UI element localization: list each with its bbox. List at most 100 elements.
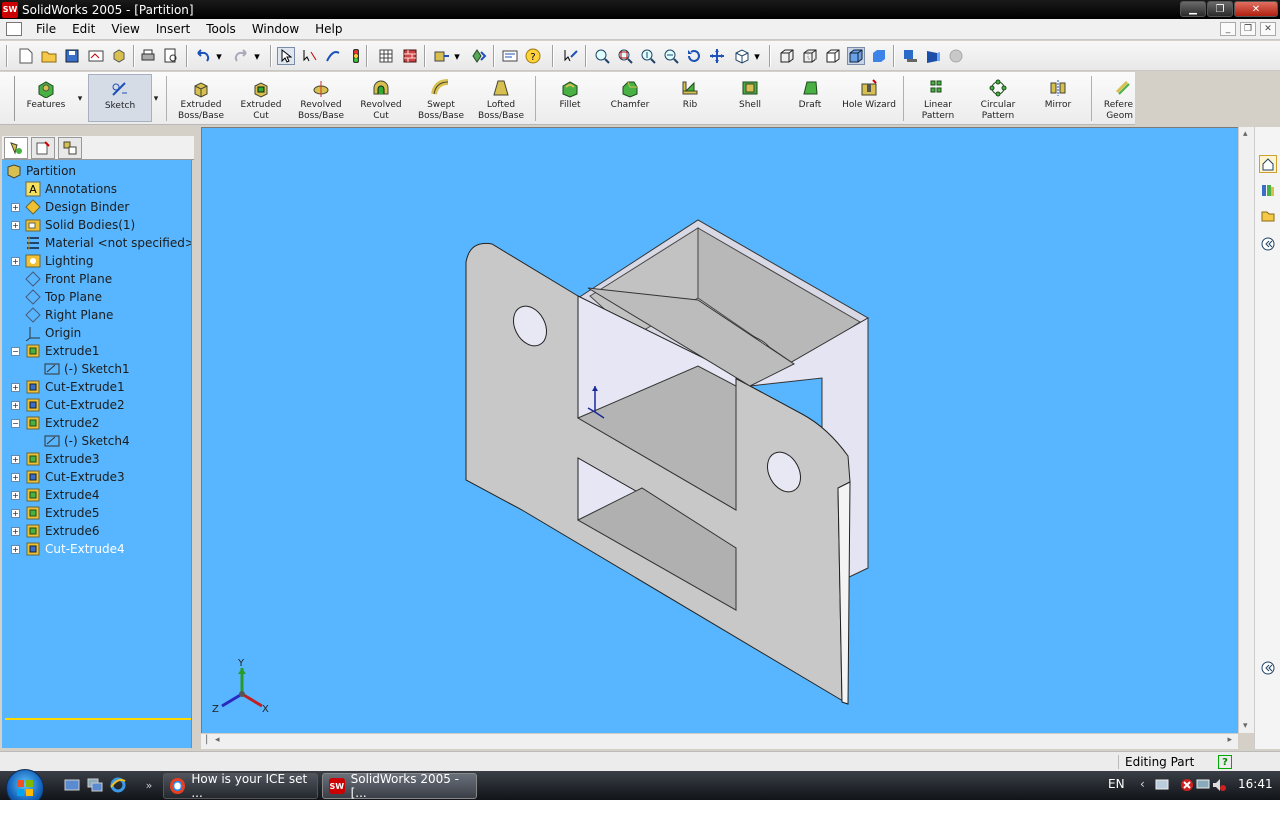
revolved-cut-button[interactable]: Revolved Cut [352, 74, 410, 122]
view-orientation-icon[interactable] [733, 47, 751, 65]
solidworks-app-icon[interactable]: SW [2, 1, 18, 18]
mirror-button[interactable]: Mirror [1029, 74, 1087, 111]
collapse-node-icon[interactable]: − [11, 418, 20, 428]
scroll-left-arrow-icon[interactable]: | [205, 734, 208, 745]
zoom-to-area-icon[interactable] [616, 47, 634, 65]
taskbar-solidworks-button[interactable]: SW SolidWorks 2005 - [... [322, 772, 477, 800]
select-tool-icon[interactable] [562, 47, 580, 65]
tree-item[interactable]: Material <not specified> [2, 234, 191, 252]
expand-node-icon[interactable]: + [11, 544, 20, 554]
shaded-icon[interactable] [870, 47, 888, 65]
save-icon[interactable] [63, 47, 81, 65]
expand-node-icon[interactable]: + [11, 256, 20, 266]
expand-node-icon[interactable]: + [11, 490, 20, 500]
scroll-left-icon[interactable]: ◂ [215, 735, 220, 745]
toolbar-grip[interactable] [6, 45, 8, 67]
expand-node-icon[interactable]: + [11, 472, 20, 482]
tree-item[interactable]: + Lighting [2, 252, 191, 270]
quick-launch-overflow-icon[interactable]: » [140, 777, 158, 793]
features-toolbar-grip[interactable] [14, 76, 15, 121]
expand-task-pane-icon[interactable] [1259, 235, 1277, 253]
traffic-light-icon[interactable] [347, 47, 365, 65]
configurationmanager-tab[interactable] [58, 137, 82, 159]
tree-item[interactable]: + Extrude3 [2, 450, 191, 468]
sketch-tab-button[interactable]: Sketch [88, 74, 152, 122]
document-menu-icon[interactable] [6, 22, 22, 36]
linear-pattern-button[interactable]: Linear Pattern [909, 74, 967, 122]
shaded-with-edges-icon[interactable] [847, 47, 865, 65]
expand-node-icon[interactable]: + [11, 202, 20, 212]
chamfer-button[interactable]: Chamfer [601, 74, 659, 111]
collapse-task-pane-icon[interactable] [1259, 659, 1277, 677]
undo-icon[interactable] [194, 47, 212, 65]
sketch-dropdown-icon[interactable]: ▾ [150, 94, 162, 105]
circular-pattern-button[interactable]: Circular Pattern [969, 74, 1027, 122]
print-preview-icon[interactable] [162, 47, 180, 65]
pan-icon[interactable] [708, 47, 726, 65]
sketch-entity-icon[interactable] [324, 47, 342, 65]
part-model[interactable]: Y X Z [202, 128, 1238, 733]
shadows-icon[interactable] [901, 47, 919, 65]
tree-item[interactable]: (-) Sketch4 [2, 432, 191, 450]
select-other-icon[interactable] [301, 47, 319, 65]
help-icon[interactable]: ? [524, 47, 542, 65]
redo-icon[interactable] [232, 47, 250, 65]
features-tab-button[interactable]: Features [20, 74, 72, 111]
horizontal-scrollbar[interactable]: | ◂ ▸ [201, 733, 1238, 749]
doc-minimize-button[interactable]: _ [1220, 22, 1236, 36]
print-icon[interactable] [139, 47, 157, 65]
menu-tools[interactable]: Tools [198, 19, 244, 40]
menu-view[interactable]: View [103, 19, 147, 40]
wireframe-icon[interactable] [778, 47, 796, 65]
menu-insert[interactable]: Insert [148, 19, 198, 40]
tree-item[interactable]: − Extrude1 [2, 342, 191, 360]
tree-item[interactable]: + Cut-Extrude2 [2, 396, 191, 414]
swept-boss-base-button[interactable]: Swept Boss/Base [412, 74, 470, 122]
tray-security-icon[interactable] [1180, 778, 1194, 795]
restore-button[interactable]: ❐ [1207, 1, 1233, 17]
zoom-to-fit-icon[interactable] [593, 47, 611, 65]
expand-node-icon[interactable]: + [11, 454, 20, 464]
internet-explorer-icon[interactable] [109, 777, 127, 793]
tree-item[interactable]: Right Plane [2, 306, 191, 324]
redo-dropdown-icon[interactable]: ▾ [252, 47, 262, 65]
menu-help[interactable]: Help [307, 19, 350, 40]
tray-expand-icon[interactable]: ‹ [1140, 777, 1145, 791]
tree-item[interactable]: Front Plane [2, 270, 191, 288]
expand-node-icon[interactable]: + [11, 382, 20, 392]
propertymanager-tab[interactable] [31, 137, 55, 159]
language-indicator[interactable]: EN [1108, 777, 1125, 791]
doc-restore-button[interactable]: ❐ [1240, 22, 1256, 36]
open-folder-icon[interactable] [40, 47, 58, 65]
revolved-boss-base-button[interactable]: Revolved Boss/Base [292, 74, 350, 122]
view-orientation-dropdown-icon[interactable]: ▾ [752, 47, 762, 65]
tree-item[interactable]: − Extrude2 [2, 414, 191, 432]
extruded-cut-button[interactable]: Extruded Cut [232, 74, 290, 122]
rib-button[interactable]: Rib [661, 74, 719, 111]
lofted-boss-base-button[interactable]: Lofted Boss/Base [472, 74, 530, 122]
tree-item[interactable]: Top Plane [2, 288, 191, 306]
tree-item[interactable]: + Extrude6 [2, 522, 191, 540]
tree-item[interactable]: A Annotations [2, 180, 191, 198]
tree-item[interactable]: + Solid Bodies(1) [2, 216, 191, 234]
tree-item[interactable]: + Extrude4 [2, 486, 191, 504]
menu-window[interactable]: Window [244, 19, 307, 40]
rebuild-options-icon[interactable] [433, 47, 451, 65]
draft-button[interactable]: Draft [781, 74, 839, 111]
scroll-up-icon[interactable]: ▴ [1243, 129, 1248, 139]
select-cursor-icon[interactable] [277, 47, 295, 65]
rotate-view-icon[interactable] [685, 47, 703, 65]
new-document-icon[interactable] [17, 47, 35, 65]
expand-node-icon[interactable]: + [11, 526, 20, 536]
taskbar-browser-button[interactable]: How is your ICE set ... [163, 772, 318, 800]
tree-item[interactable]: + Design Binder [2, 198, 191, 216]
rollback-bar[interactable] [5, 718, 191, 720]
tree-item[interactable]: Origin [2, 324, 191, 342]
extruded-boss-base-button[interactable]: Extruded Boss/Base [172, 74, 230, 122]
hidden-lines-removed-icon[interactable] [824, 47, 842, 65]
zoom-to-selection-icon[interactable] [662, 47, 680, 65]
vertical-scrollbar[interactable]: ▴ ▾ [1238, 127, 1254, 733]
tray-clock[interactable]: 16:41 [1238, 777, 1273, 791]
design-library-icon[interactable] [1259, 181, 1277, 199]
hole-wizard-button[interactable]: Hole Wizard [840, 74, 898, 111]
